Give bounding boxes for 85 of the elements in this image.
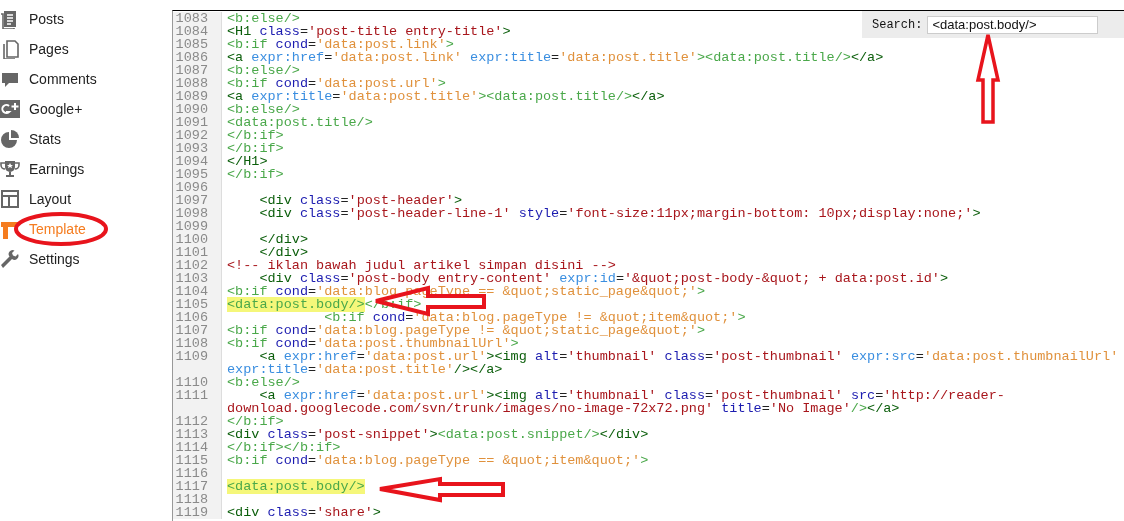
code-line: <b:if cond='data:blog.pageType != &quot;static_page&quot;'>: [227, 323, 705, 338]
line-number: 1096: [173, 181, 222, 194]
line-number: 1110: [173, 376, 222, 389]
line-number: 1119: [173, 506, 222, 519]
line-number: 1105: [173, 298, 222, 311]
line-number: 1111: [173, 389, 222, 415]
code-line: </b:if>: [227, 141, 284, 156]
code-line: <a expr:title='data:post.title'><data:post.title/></a>: [227, 89, 665, 104]
line-number: 1102: [173, 259, 222, 272]
line-number: 1113: [173, 428, 222, 441]
code-line: <div class='post-header-line-1' style='font-size:11px;margin-bottom: 10px;display:none;'>: [258, 206, 981, 221]
sidebar-item[interactable]: Settings: [29, 250, 80, 268]
line-number: 1104: [173, 285, 222, 298]
line-number: 1095: [173, 168, 222, 181]
code-line: <b:else/>: [227, 375, 300, 390]
line-number: 1106: [173, 311, 222, 324]
pages-icon: [0, 39, 20, 59]
code-line: <b:if cond='data:blog.pageType != &quot;item&quot;'>: [324, 310, 746, 325]
sidebar-item[interactable]: Posts: [29, 10, 64, 28]
code-line: </b:if>: [227, 414, 284, 429]
code-line: <data:post.title/>: [227, 115, 373, 130]
line-number: 1084: [173, 25, 222, 38]
code-line: <div class='post-snippet'><data:post.snippet/></div>: [227, 427, 649, 442]
template-icon: [0, 219, 20, 239]
line-number: 1086: [173, 51, 222, 64]
code-line: <b:else/>: [227, 11, 300, 26]
line-number: 1089: [173, 90, 222, 103]
code-line: <b:if cond='data:post.link'>: [227, 37, 454, 52]
line-number: 1098: [173, 207, 222, 220]
line-number: 1099: [173, 220, 222, 233]
code-line: </b:if></b:if>: [227, 440, 341, 455]
code-line: <div class='post-header'>: [258, 193, 462, 208]
line-number: 1088: [173, 77, 222, 90]
line-number: 1097: [173, 194, 222, 207]
code-line: <!-- iklan bawah judul artikel simpan disini -->: [227, 258, 616, 273]
line-number: 1087: [173, 64, 222, 77]
line-number: 1118: [173, 493, 222, 506]
line-number: 1090: [173, 103, 222, 116]
code-line: </b:if>: [227, 128, 284, 143]
line-number: 1115: [173, 454, 222, 467]
code-line: </H1>: [227, 154, 268, 169]
line-number: 1112: [173, 415, 222, 428]
line-number: 1093: [173, 142, 222, 155]
code-line: <a expr:href='data:post.url'><img alt='thumbnail' class='post-thumbnail' expr:src='data:post.thumbnailUrl' expr:title='data:post.title'/></a>: [227, 349, 1120, 377]
code-line: <b:if cond='data:blog.pageType == &quot;item&quot;'>: [227, 453, 649, 468]
code-line: </b:if>: [227, 167, 284, 182]
sidebar-item[interactable]: Pages: [29, 40, 69, 58]
line-number: 1083: [173, 12, 222, 25]
code-line: <div class='share'>: [227, 505, 381, 520]
code-line: <H1 class='post-title entry-title'>: [227, 24, 511, 39]
line-number: 1091: [173, 116, 222, 129]
line-number: 1107: [173, 324, 222, 337]
search-field[interactable]: <data:post.body/>: [927, 15, 1099, 34]
line-number: 1109: [173, 350, 222, 376]
line-number: 1114: [173, 441, 222, 454]
line-number: 1108: [173, 337, 222, 350]
line-number: 1092: [173, 129, 222, 142]
sidebar-item[interactable]: Stats: [29, 130, 61, 148]
line-number: 1103: [173, 272, 222, 285]
line-number: 1100: [173, 233, 222, 246]
trophy-icon: [0, 159, 20, 179]
line-number: 1117: [173, 480, 222, 493]
layout-icon: [0, 189, 20, 209]
code-line: <a expr:href='data:post.link' expr:title='data:post.title'><data:post.title/></a>: [227, 50, 884, 65]
sidebar-item[interactable]: Layout: [29, 190, 72, 208]
line-number: 1116: [173, 467, 222, 480]
search-label: Search:: [872, 17, 923, 32]
code-line: <b:else/>: [227, 63, 300, 78]
code-line: <div class='post-body entry-content' expr:id='&quot;post-body-&quot; + data:post.id'>: [258, 271, 949, 286]
code-line: <b:else/>: [227, 102, 300, 117]
google-plus-icon: [0, 99, 20, 119]
code-editor[interactable]: [172, 10, 1124, 521]
line-number: 1094: [173, 155, 222, 168]
wrench-icon: [0, 249, 20, 269]
sidebar-item[interactable]: Earnings: [29, 160, 85, 178]
sidebar-item[interactable]: Comments: [29, 70, 97, 88]
code-line: </div>: [258, 245, 308, 260]
line-number: 1101: [173, 246, 222, 259]
code-line: <b:if cond='data:post.url'>: [227, 76, 446, 91]
code-line: <b:if cond='data:post.thumbnailUrl'>: [227, 336, 519, 351]
code-line: <a expr:href='data:post.url'><img alt='thumbnail' class='post-thumbnail' src='http://reader-download.googlecode.com/svn/trunk/images/no-image-72x72.png' title='No Image'/></a>: [227, 388, 1005, 416]
code-line: </div>: [258, 232, 308, 247]
line-number: 1085: [173, 38, 222, 51]
sidebar-item[interactable]: Google+: [29, 100, 83, 118]
pie-chart-icon: [0, 129, 20, 149]
